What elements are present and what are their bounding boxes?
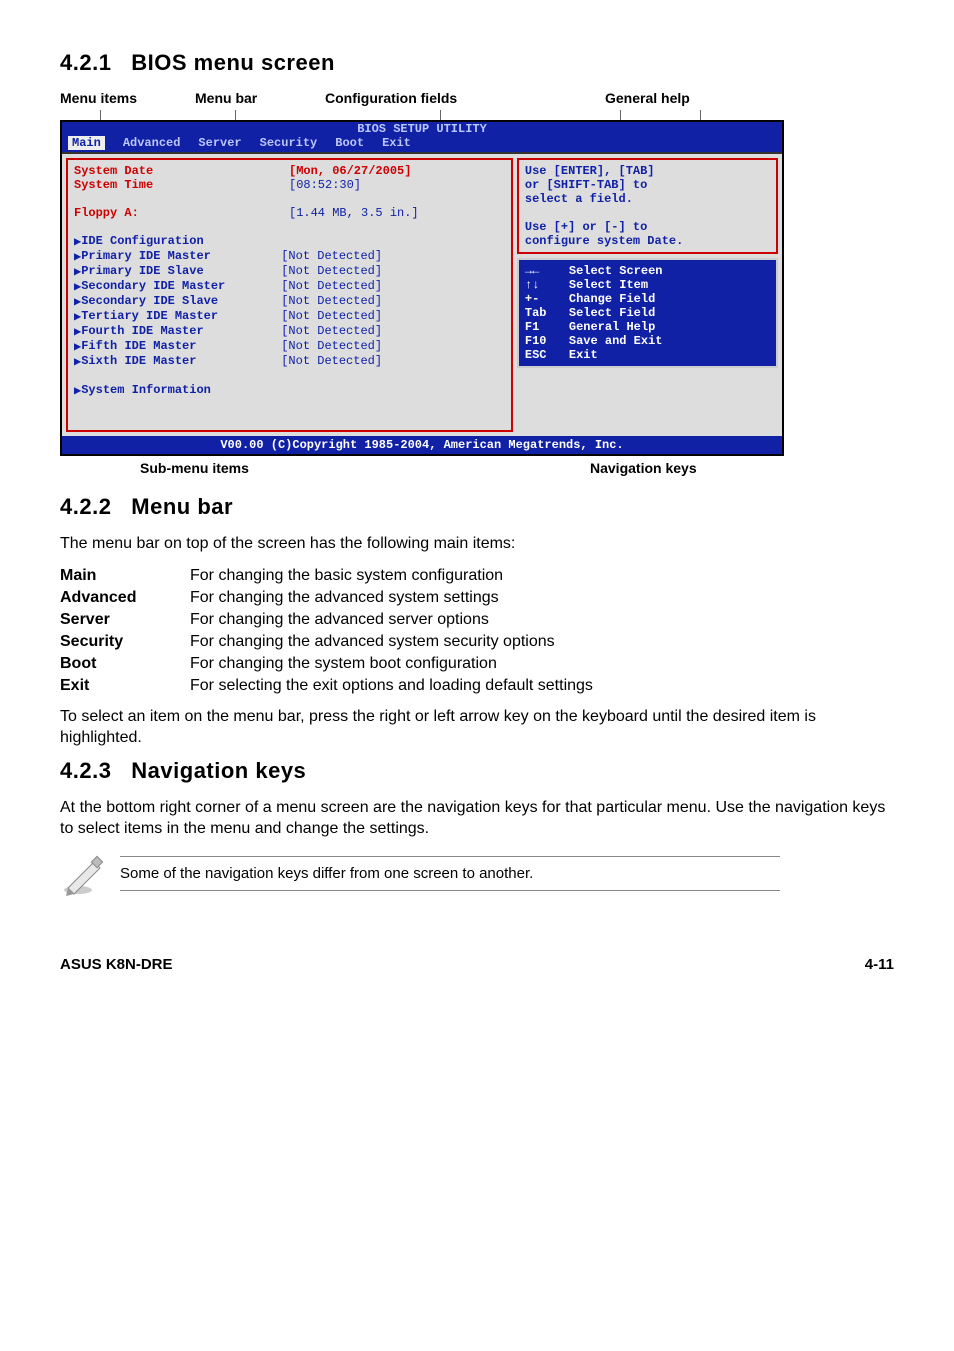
triangle-icon: ▶ (74, 264, 81, 279)
triangle-icon: ▶ (74, 249, 81, 264)
sub-labels: Sub-menu items Navigation keys (60, 460, 780, 484)
def-row: SecurityFor changing the advanced system… (60, 631, 603, 653)
bios-menu-main[interactable]: Main (68, 136, 105, 150)
label-general-help: General help (605, 90, 690, 106)
bios-nav-row: TabSelect Field (525, 306, 770, 320)
label-submenu: Sub-menu items (140, 460, 249, 476)
bios-submenu-row[interactable]: ▶ Primary IDE Master[Not Detected] (74, 249, 505, 264)
bios-submenu-row[interactable]: ▶ Sixth IDE Master[Not Detected] (74, 354, 505, 369)
bios-left-pane: System Date[Mon, 06/27/2005] System Time… (66, 158, 513, 432)
triangle-icon: ▶ (74, 279, 81, 294)
def-row: ExitFor selecting the exit options and l… (60, 675, 603, 697)
bios-menu-exit[interactable]: Exit (382, 136, 411, 150)
page-footer: ASUS K8N-DRE 4-11 (60, 956, 894, 973)
row-systime[interactable]: System Time (74, 178, 289, 192)
bios-nav-row: ↑↓Select Item (525, 278, 770, 292)
bios-menu-advanced[interactable]: Advanced (123, 136, 181, 150)
bios-help-box: Use [ENTER], [TAB] or [SHIFT-TAB] to sel… (517, 158, 778, 254)
pencil-note-icon (60, 852, 104, 896)
bios-right-pane: Use [ENTER], [TAB] or [SHIFT-TAB] to sel… (517, 158, 778, 432)
def-row: MainFor changing the basic system config… (60, 565, 603, 587)
triangle-icon: ▶ (74, 309, 81, 324)
bios-copyright: V00.00 (C)Copyright 1985-2004, American … (62, 436, 782, 454)
section-num: 4.2.1 (60, 50, 111, 75)
bios-nav-row: →←Select Screen (525, 264, 770, 278)
bios-submenu-row[interactable]: ▶ Fourth IDE Master[Not Detected] (74, 324, 505, 339)
label-menu-items: Menu items (60, 90, 137, 106)
def-row: ServerFor changing the advanced server o… (60, 609, 603, 631)
row-sysdate[interactable]: System Date (74, 164, 289, 178)
triangle-icon: ▶ (74, 383, 81, 398)
bios-title: BIOS SETUP UTILITY (62, 122, 782, 136)
def-row: AdvancedFor changing the advanced system… (60, 587, 603, 609)
label-menu-bar: Menu bar (195, 90, 257, 106)
bios-nav-box: →←Select Screen↑↓Select Item+-Change Fie… (517, 258, 778, 368)
label-navkeys: Navigation keys (590, 460, 697, 476)
row-sysinfo[interactable]: System Information (81, 383, 296, 398)
menubar-intro: The menu bar on top of the screen has th… (60, 534, 894, 555)
triangle-icon: ▶ (74, 354, 81, 369)
bios-menubar: Main Advanced Server Security Boot Exit (62, 136, 782, 152)
bios-menu-server[interactable]: Server (198, 136, 241, 150)
note-text: Some of the navigation keys differ from … (120, 856, 780, 891)
section-title-text: BIOS menu screen (131, 50, 335, 75)
row-floppy[interactable]: Floppy A: (74, 206, 289, 220)
top-labels: Menu items Menu bar Configuration fields… (60, 90, 780, 110)
bios-menu-security[interactable]: Security (260, 136, 318, 150)
section-heading-423: 4.2.3 Navigation keys (60, 758, 894, 784)
bios-nav-row: +-Change Field (525, 292, 770, 306)
bios-screenshot: BIOS SETUP UTILITY Main Advanced Server … (60, 120, 784, 456)
footer-right: 4-11 (865, 956, 894, 973)
menubar-outro: To select an item on the menu bar, press… (60, 707, 894, 749)
triangle-icon: ▶ (74, 294, 81, 309)
bios-nav-row: ESCExit (525, 348, 770, 362)
bios-nav-row: F10Save and Exit (525, 334, 770, 348)
navkeys-paragraph: At the bottom right corner of a menu scr… (60, 798, 894, 840)
bios-submenu-row[interactable]: ▶ Fifth IDE Master[Not Detected] (74, 339, 505, 354)
bios-nav-row: F1General Help (525, 320, 770, 334)
label-config-fields: Configuration fields (325, 90, 457, 106)
bios-body: System Date[Mon, 06/27/2005] System Time… (62, 152, 782, 436)
bios-submenu-row[interactable]: ▶ Secondary IDE Master[Not Detected] (74, 279, 505, 294)
triangle-icon: ▶ (74, 339, 81, 354)
triangle-icon: ▶ (74, 324, 81, 339)
triangle-icon: ▶ (74, 234, 81, 249)
bios-menu-boot[interactable]: Boot (335, 136, 364, 150)
def-row: BootFor changing the system boot configu… (60, 653, 603, 675)
section-heading-422: 4.2.2 Menu bar (60, 494, 894, 520)
note-box: Some of the navigation keys differ from … (60, 852, 780, 896)
label-ticks (60, 110, 780, 120)
bios-submenu-row[interactable]: ▶ Secondary IDE Slave[Not Detected] (74, 294, 505, 309)
footer-left: ASUS K8N-DRE (60, 956, 173, 973)
bios-submenu-row[interactable]: ▶ IDE Configuration (74, 234, 505, 249)
section-heading-421: 4.2.1 BIOS menu screen (60, 50, 894, 76)
bios-submenu-row[interactable]: ▶ Tertiary IDE Master[Not Detected] (74, 309, 505, 324)
menubar-definitions: MainFor changing the basic system config… (60, 565, 603, 697)
bios-submenu-row[interactable]: ▶ Primary IDE Slave[Not Detected] (74, 264, 505, 279)
